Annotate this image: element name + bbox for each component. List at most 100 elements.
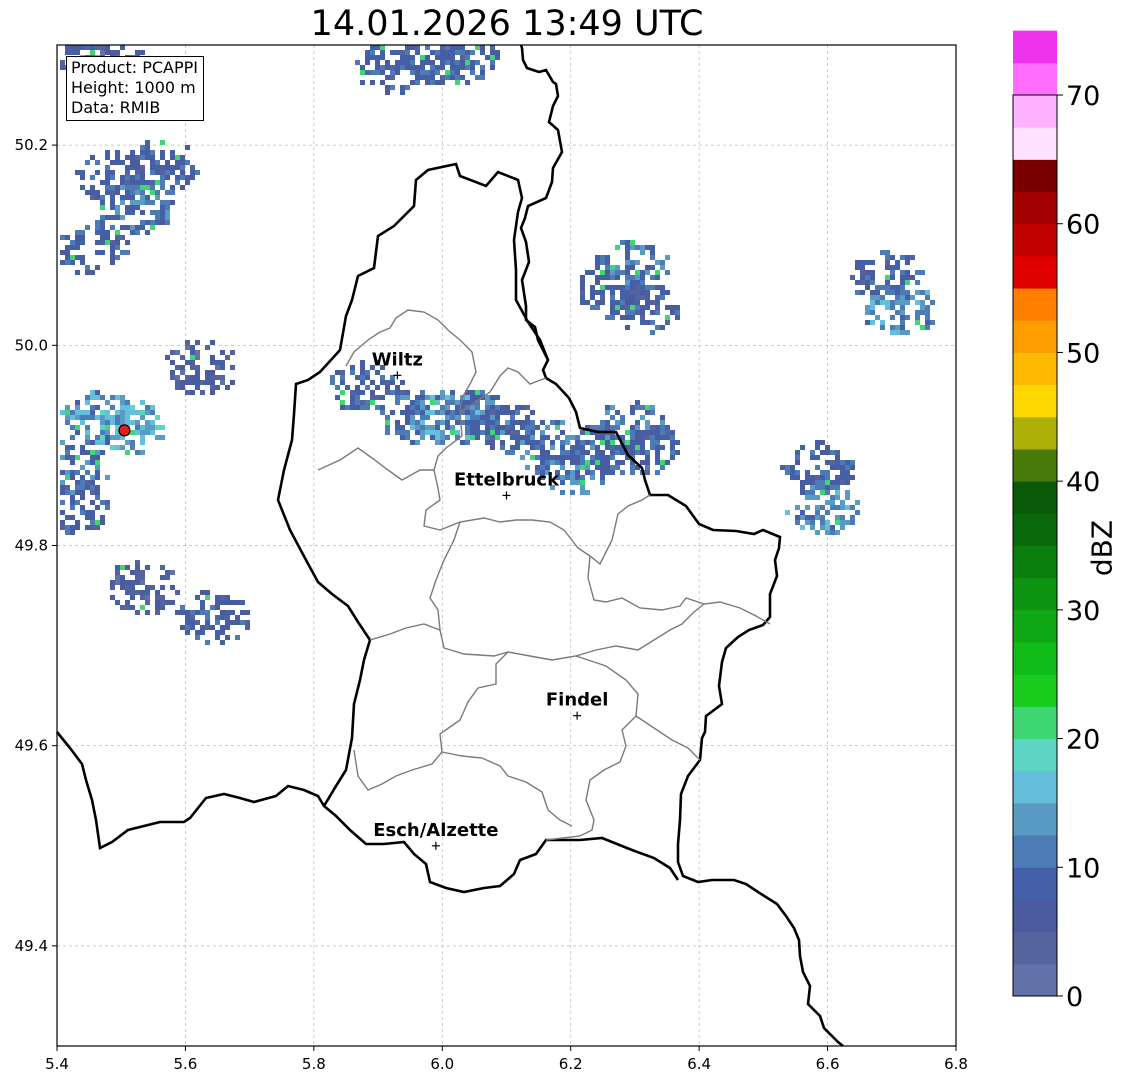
echo-cell (130, 590, 135, 595)
echo-cell (70, 475, 75, 480)
echo-cell (135, 175, 140, 180)
echo-cell (830, 505, 835, 510)
echo-cell (135, 575, 140, 580)
echo-cell (485, 410, 490, 415)
echo-cell (460, 60, 465, 65)
echo-cell (635, 295, 640, 300)
echo-cell (95, 495, 100, 500)
echo-cell (655, 260, 660, 265)
echo-cell (515, 405, 520, 410)
echo-cell (165, 215, 170, 220)
echo-cell (615, 450, 620, 455)
echo-cell (75, 490, 80, 495)
echo-cell (655, 295, 660, 300)
echo-cell (125, 400, 130, 405)
echo-cell (60, 60, 65, 65)
echo-cell (900, 295, 905, 300)
echo-cell (195, 355, 200, 360)
echo-cell (575, 440, 580, 445)
echo-cell (610, 405, 615, 410)
echo-cell (620, 305, 625, 310)
echo-cell (125, 240, 130, 245)
echo-cell (645, 455, 650, 460)
echo-cell (365, 370, 370, 375)
echo-cell (805, 490, 810, 495)
echo-cell (85, 400, 90, 405)
map-plot[interactable]: WiltzEttelbruckFindelEsch/Alzette 5.4 5.6… (0, 0, 1145, 1084)
echo-cell (115, 565, 120, 570)
echo-cell (220, 625, 225, 630)
echo-cell (465, 420, 470, 425)
echo-cell (410, 60, 415, 65)
echo-cell (810, 515, 815, 520)
echo-cell (600, 455, 605, 460)
echo-cell (430, 410, 435, 415)
echo-cell (570, 470, 575, 475)
echo-cell (625, 310, 630, 315)
echo-cell (440, 405, 445, 410)
echo-cell (660, 465, 665, 470)
echo-cell (105, 505, 110, 510)
echo-cell (195, 385, 200, 390)
echo-cell (815, 445, 820, 450)
echo-cell (840, 465, 845, 470)
echo-cell (160, 425, 165, 430)
echo-cell (130, 195, 135, 200)
echo-cell (420, 390, 425, 395)
echo-cell (560, 490, 565, 495)
echo-cell (105, 165, 110, 170)
echo-cell (630, 405, 635, 410)
echo-cell (560, 465, 565, 470)
echo-cell (180, 370, 185, 375)
echo-cell (185, 610, 190, 615)
echo-cell (485, 420, 490, 425)
info-box: Product: PCAPPI Height: 1000 m Data: RMI… (66, 56, 205, 121)
echo-cell (110, 240, 115, 245)
echo-cell (600, 295, 605, 300)
echo-cell (425, 430, 430, 435)
echo-cell (670, 305, 675, 310)
echo-cell (590, 460, 595, 465)
echo-cell (160, 205, 165, 210)
echo-cell (495, 425, 500, 430)
echo-cell (90, 485, 95, 490)
echo-cell (210, 605, 215, 610)
echo-cell (405, 435, 410, 440)
echo-cell (835, 465, 840, 470)
echo-cell (470, 425, 475, 430)
echo-cell (800, 490, 805, 495)
echo-cell (400, 65, 405, 70)
echo-cell (630, 265, 635, 270)
echo-cell (420, 65, 425, 70)
echo-cell (125, 405, 130, 410)
echo-cell (215, 620, 220, 625)
echo-cell (610, 275, 615, 280)
echo-cell (480, 50, 485, 55)
echo-cell (480, 75, 485, 80)
echo-cell (200, 600, 205, 605)
echo-cell (795, 515, 800, 520)
echo-cell (120, 405, 125, 410)
echo-cell (630, 275, 635, 280)
echo-cell (185, 625, 190, 630)
echo-cell (455, 400, 460, 405)
echo-cell (140, 595, 145, 600)
echo-cell (415, 45, 420, 50)
echo-cell (165, 355, 170, 360)
echo-cell (420, 70, 425, 75)
echo-cell (205, 370, 210, 375)
echo-cell (130, 420, 135, 425)
echo-cell (375, 70, 380, 75)
echo-cell (170, 150, 175, 155)
echo-cell (525, 405, 530, 410)
echo-cell (155, 190, 160, 195)
echo-cell (90, 155, 95, 160)
echo-cell (135, 190, 140, 195)
echo-cell (100, 195, 105, 200)
echo-cell (615, 445, 620, 450)
echo-cell (915, 320, 920, 325)
echo-cell (590, 295, 595, 300)
echo-cell (410, 45, 415, 50)
echo-cell (635, 245, 640, 250)
echo-cell (200, 605, 205, 610)
